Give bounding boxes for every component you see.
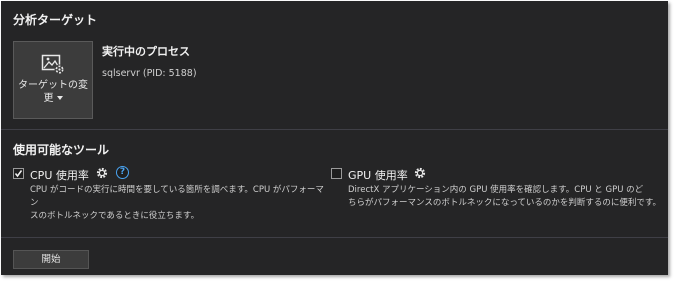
footer-divider bbox=[1, 237, 668, 238]
gpu-usage-description: DirectX アプリケーション内の GPU 使用率を確認します。CPU と G… bbox=[348, 184, 663, 210]
cpu-description-line1: CPU がコードの実行に時間を要している箇所を調べます。CPU がパフォーマン bbox=[30, 185, 324, 208]
analysis-target-panel: 分析ターゲット ターゲットの変 更 実行中のプロセス sqlservr (PID… bbox=[1, 1, 668, 275]
gpu-description-line2: ちらがパフォーマンスのボトルネックになっているのかを判断するのに便利です。 bbox=[348, 198, 662, 208]
image-settings-icon bbox=[41, 54, 67, 80]
chevron-down-icon bbox=[56, 96, 63, 100]
available-tools-heading: 使用可能なツール bbox=[13, 143, 110, 157]
gpu-settings-gear-icon[interactable] bbox=[414, 167, 426, 179]
help-icon[interactable]: ? bbox=[116, 166, 129, 179]
cpu-settings-gear-icon[interactable] bbox=[96, 167, 108, 179]
cpu-usage-label[interactable]: CPU 使用率 bbox=[30, 167, 89, 183]
gpu-usage-label[interactable]: GPU 使用率 bbox=[348, 167, 408, 183]
checkmark-icon bbox=[14, 170, 23, 178]
change-target-label-line1: ターゲットの変 bbox=[18, 80, 88, 91]
cpu-description-line2: スのボトルネックであるときに役立ちます。 bbox=[30, 211, 200, 221]
cpu-usage-checkbox[interactable] bbox=[13, 168, 24, 179]
cpu-usage-description: CPU がコードの実行に時間を要している箇所を調べます。CPU がパフォーマン … bbox=[30, 184, 325, 223]
change-target-label-line2: 更 bbox=[43, 93, 54, 104]
analysis-target-heading: 分析ターゲット bbox=[13, 13, 98, 27]
section-divider bbox=[1, 129, 668, 130]
change-target-button[interactable]: ターゲットの変 更 bbox=[13, 41, 93, 119]
change-target-label: ターゲットの変 更 bbox=[18, 79, 88, 105]
process-name: sqlservr (PID: 5188) bbox=[102, 68, 197, 79]
gpu-usage-checkbox[interactable] bbox=[331, 168, 342, 179]
start-button[interactable]: 開始 bbox=[13, 250, 89, 269]
running-process-title: 実行中のプロセス bbox=[102, 45, 190, 58]
gpu-description-line1: DirectX アプリケーション内の GPU 使用率を確認します。CPU と G… bbox=[348, 185, 644, 195]
